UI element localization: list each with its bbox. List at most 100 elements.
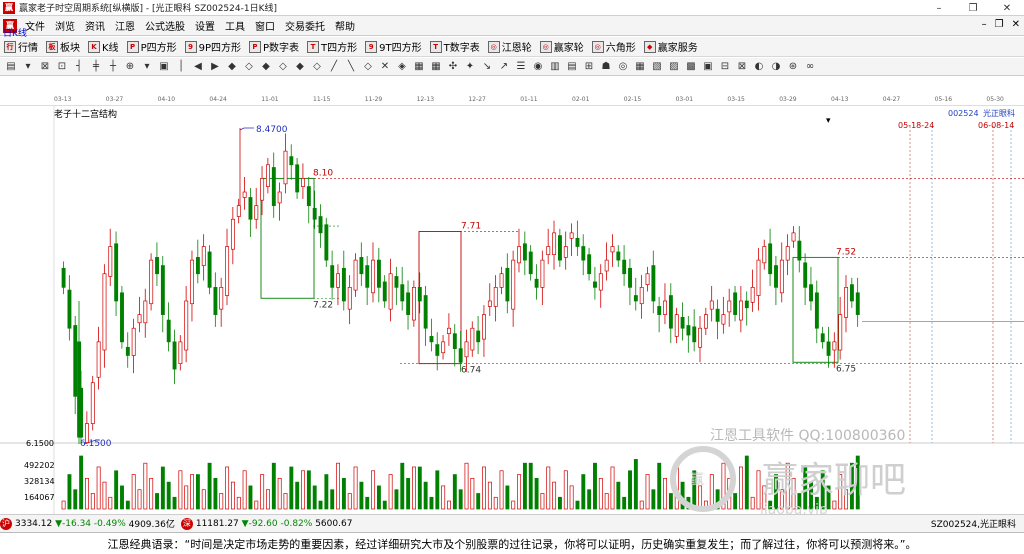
- candle-body: [598, 273, 603, 291]
- draw-tool-icon[interactable]: ◎: [616, 60, 630, 74]
- menu-gann[interactable]: 江恩: [110, 18, 140, 33]
- draw-tool-icon[interactable]: ⊠: [38, 60, 52, 74]
- mdi-restore-button[interactable]: ❐: [995, 19, 1004, 30]
- mdi-close-button[interactable]: ✕: [1012, 19, 1020, 30]
- volume-bar: [283, 493, 288, 510]
- draw-tool-icon[interactable]: ┤: [72, 60, 86, 74]
- mdi-minimize-button[interactable]: –: [982, 19, 987, 30]
- draw-tool-icon[interactable]: ▣: [157, 60, 171, 74]
- draw-tool-icon[interactable]: ∞: [803, 60, 817, 74]
- toolbar-item-4[interactable]: 9 9P四方形: [184, 39, 241, 54]
- toolbar-item-1[interactable]: 板板块: [46, 39, 80, 54]
- maximize-button[interactable]: ❐: [956, 0, 990, 16]
- toolbar-item-3[interactable]: P P四方形: [126, 39, 177, 54]
- candle-body: [849, 284, 854, 302]
- menu-formula[interactable]: 公式选股: [140, 18, 190, 33]
- draw-tool-icon[interactable]: ▦: [633, 60, 647, 74]
- menu-window[interactable]: 窗口: [250, 18, 280, 33]
- toolbar-item-6[interactable]: T T四方形: [307, 39, 357, 54]
- draw-tool-icon[interactable]: ✣: [446, 60, 460, 74]
- sh-index-icon: 沪: [0, 517, 12, 530]
- draw-tool-icon[interactable]: ⊕: [123, 60, 137, 74]
- toolbar-item-9[interactable]: ◎ 江恩轮: [487, 39, 532, 54]
- draw-tool-icon[interactable]: ☗: [599, 60, 613, 74]
- volume-bar: [417, 466, 422, 510]
- draw-tool-icon[interactable]: ▾: [21, 60, 35, 74]
- draw-tool-icon[interactable]: ⊠: [735, 60, 749, 74]
- draw-tool-icon[interactable]: ✕: [378, 60, 392, 74]
- candle-body: [482, 314, 486, 340]
- draw-tool-icon[interactable]: ◇: [242, 60, 256, 74]
- draw-tool-icon[interactable]: ▾: [140, 60, 154, 74]
- volume-bar: [464, 462, 469, 510]
- draw-tool-icon[interactable]: │: [174, 60, 188, 74]
- volume-bar: [593, 462, 597, 510]
- draw-tool-icon[interactable]: ◆: [225, 60, 239, 74]
- draw-tool-icon[interactable]: ▣: [701, 60, 715, 74]
- kline-chart[interactable]: 老子十二宫结构 ▾ 002524 光正眼科 05-18-24 06-08-14 8.4700…: [0, 106, 1024, 518]
- candle-body: [797, 240, 802, 261]
- draw-tool-icon[interactable]: ☰: [514, 60, 528, 74]
- sh-index-group[interactable]: 沪 3334.12 ▼-16.34 -0.49% 4909.36亿: [0, 517, 175, 530]
- menu-settings[interactable]: 设置: [190, 18, 220, 33]
- draw-tool-icon[interactable]: ⊡: [55, 60, 69, 74]
- draw-tool-icon[interactable]: ⊟: [718, 60, 732, 74]
- draw-tool-icon[interactable]: ╪: [89, 60, 103, 74]
- toolbar-item-10[interactable]: ◎ 赢家轮: [539, 39, 584, 54]
- minimize-button[interactable]: –: [922, 0, 956, 16]
- menu-tools[interactable]: 工具: [220, 18, 250, 33]
- draw-tool-icon[interactable]: ↗: [497, 60, 511, 74]
- toolbar-item-8[interactable]: T T数字表: [429, 39, 480, 54]
- draw-tool-icon[interactable]: ◆: [259, 60, 273, 74]
- draw-tool-icon[interactable]: ▥: [548, 60, 562, 74]
- toolbar-item-7[interactable]: 9 9T四方形: [365, 39, 422, 54]
- toolbar-item-12[interactable]: ◆ 赢家服务: [643, 39, 698, 54]
- draw-tool-icon[interactable]: ◈: [395, 60, 409, 74]
- draw-tool-icon[interactable]: ▤: [565, 60, 579, 74]
- draw-tool-icon[interactable]: ◇: [276, 60, 290, 74]
- volume-bar: [400, 462, 405, 510]
- candle-body: [762, 246, 767, 264]
- draw-tool-icon[interactable]: ┼: [106, 60, 120, 74]
- draw-tool-icon[interactable]: ◐: [752, 60, 766, 74]
- draw-tool-icon[interactable]: ✦: [463, 60, 477, 74]
- menu-info[interactable]: 资讯: [80, 18, 110, 33]
- draw-tool-icon[interactable]: ◀: [191, 60, 205, 74]
- draw-tool-icon[interactable]: ▦: [429, 60, 443, 74]
- draw-tool-icon[interactable]: ◉: [531, 60, 545, 74]
- date-tick: 04-10: [157, 96, 176, 103]
- volume-bar: [376, 485, 381, 510]
- draw-tool-icon[interactable]: ▶: [208, 60, 222, 74]
- draw-tool-icon[interactable]: ◆: [293, 60, 307, 74]
- period-label[interactable]: 日K线: [3, 26, 27, 39]
- draw-tool-icon[interactable]: ╲: [344, 60, 358, 74]
- volume-bar: [271, 462, 276, 510]
- volume-bar: [546, 466, 551, 510]
- sz-index-group[interactable]: 深 11181.27 ▼-92.60 -0.82% 5600.67: [180, 517, 352, 530]
- app-logo-icon: 赢: [3, 1, 15, 14]
- draw-tool-icon[interactable]: ▨: [667, 60, 681, 74]
- draw-tool-icon[interactable]: ▧: [650, 60, 664, 74]
- volume-bar: [476, 493, 481, 510]
- candle-body: [125, 346, 130, 356]
- draw-tool-icon[interactable]: ◇: [361, 60, 375, 74]
- draw-tool-icon[interactable]: ⊛: [786, 60, 800, 74]
- menu-help[interactable]: 帮助: [330, 18, 360, 33]
- toolbar-item-0[interactable]: 行行情: [4, 39, 38, 54]
- volume-bar: [79, 455, 84, 510]
- toolbar-item-5[interactable]: P P数字表: [249, 39, 299, 54]
- draw-tool-icon[interactable]: ╱: [327, 60, 341, 74]
- draw-tool-icon[interactable]: ◇: [310, 60, 324, 74]
- draw-tool-icon[interactable]: ▩: [684, 60, 698, 74]
- draw-tool-icon[interactable]: ▦: [412, 60, 426, 74]
- toolbar-item-11[interactable]: ◎ 六角形: [591, 39, 636, 54]
- close-button[interactable]: ✕: [990, 0, 1024, 16]
- kline-svg[interactable]: 老子十二宫结构 ▾ 002524 光正眼科 05-18-24 06-08-14 8.4700…: [0, 106, 1024, 518]
- draw-tool-icon[interactable]: ⊞: [582, 60, 596, 74]
- toolbar-item-2[interactable]: K K线: [88, 39, 119, 54]
- draw-tool-icon[interactable]: ↘: [480, 60, 494, 74]
- menu-browse[interactable]: 浏览: [50, 18, 80, 33]
- draw-tool-icon[interactable]: ◑: [769, 60, 783, 74]
- draw-tool-icon[interactable]: ▤: [4, 60, 18, 74]
- menu-trade[interactable]: 交易委托: [280, 18, 330, 33]
